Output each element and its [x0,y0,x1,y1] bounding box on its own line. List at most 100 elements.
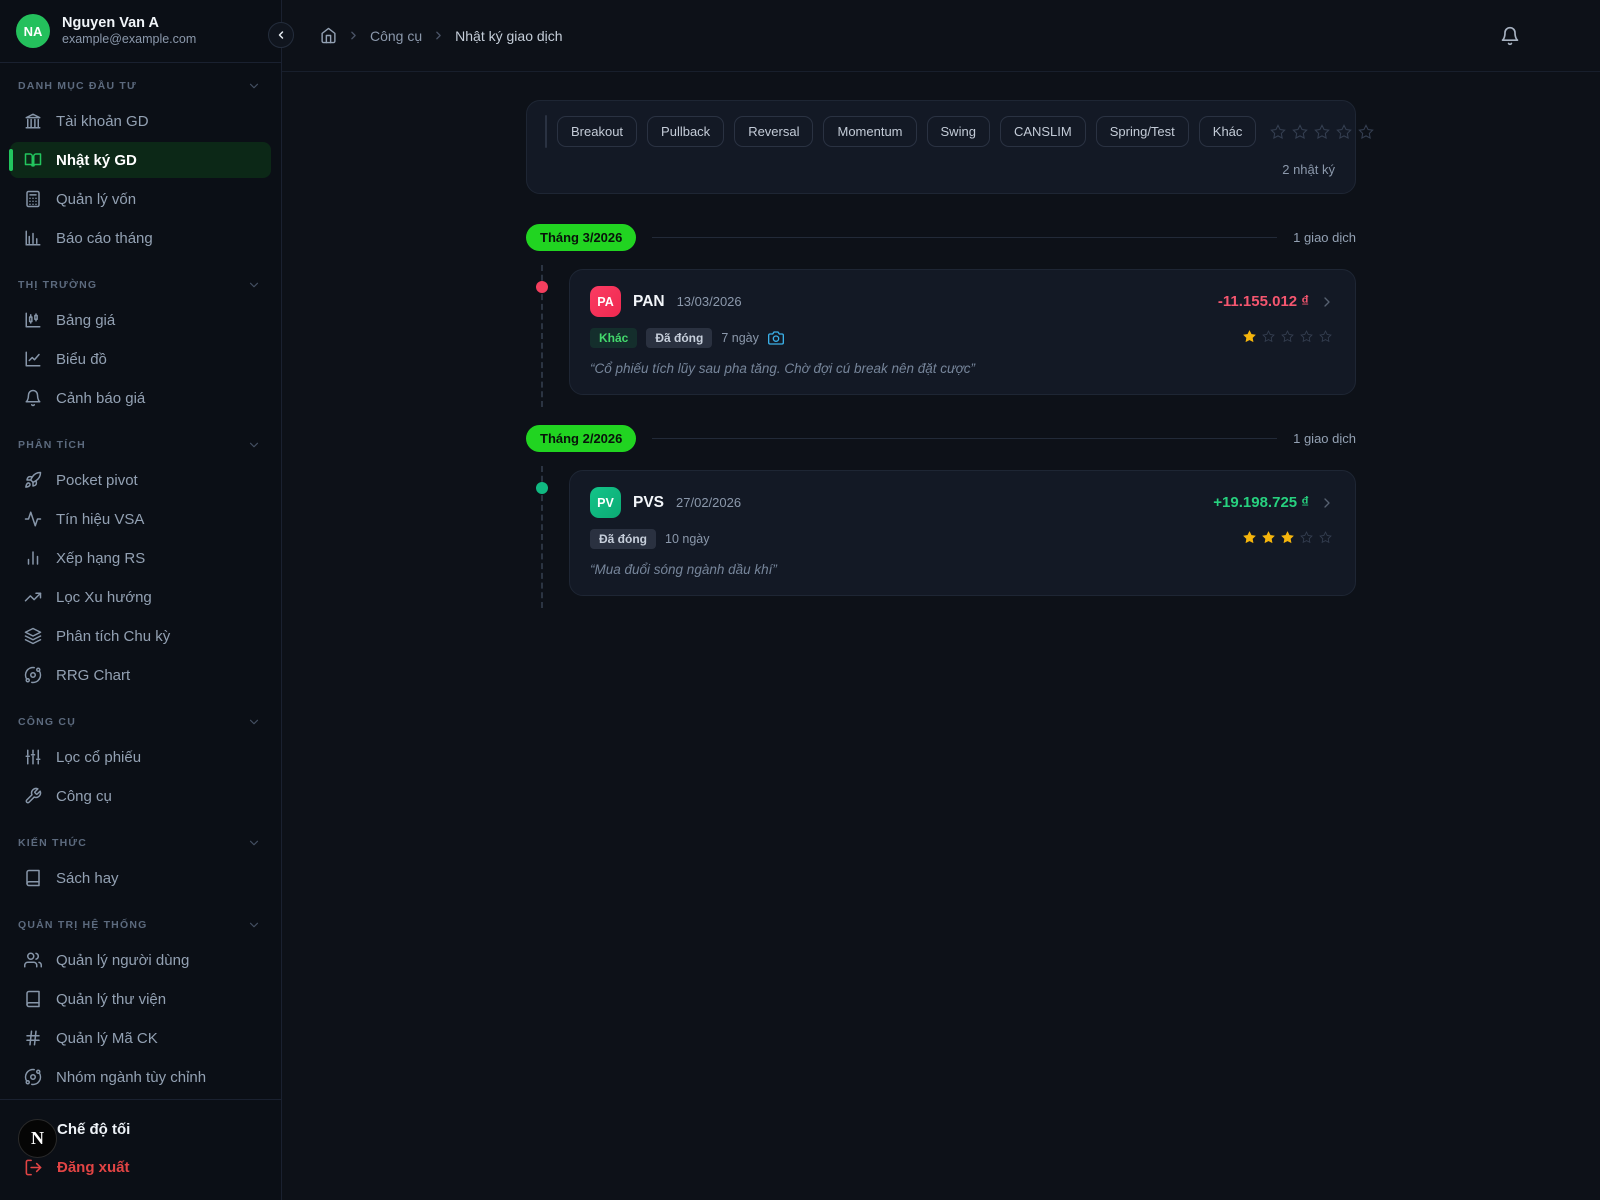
chevron-right-icon[interactable] [1319,495,1335,511]
timeline-dot [536,281,548,293]
filter-pill-reversal[interactable]: Reversal [734,116,813,147]
month-badge: Tháng 3/2026 [526,224,636,251]
chevron-down-icon [247,836,261,850]
sidebar-item-rrg-chart[interactable]: RRG Chart [10,657,271,693]
star-icon[interactable] [1319,330,1335,346]
notifications-bell-icon[interactable] [1500,26,1520,46]
star-icon[interactable] [1300,330,1316,346]
month-trade-count: 1 giao dịch [1293,230,1356,245]
tab-timeline[interactable]: Timeline [546,116,547,147]
sidebar-item-c-nh-b-o-gi-[interactable]: Cảnh báo giá [10,380,271,416]
wrench-icon [24,787,42,805]
trade-card-pvs[interactable]: PV PVS 27/02/2026 +19.198.725 ₫ Đã đóng … [569,470,1356,596]
sidebar-section: Kiến thức Sách hay [0,836,281,896]
sidebar-section-header[interactable]: Quản trị hệ thống [0,918,281,932]
trade-duration: 10 ngày [665,532,709,546]
star-icon[interactable] [1314,124,1330,140]
filter-pill-breakout[interactable]: Breakout [557,116,637,147]
sidebar-item-c-ng-c-[interactable]: Công cụ [10,778,271,814]
sidebar-section-title: Kiến thức [18,837,87,849]
sidebar-section-header[interactable]: Kiến thức [0,836,281,850]
sidebar-section-header[interactable]: Phân tích [0,438,281,452]
star-icon[interactable] [1262,330,1278,346]
ticker-symbol: PAN [633,293,665,311]
star-icon[interactable] [1270,124,1286,140]
filter-pill-momentum[interactable]: Momentum [823,116,916,147]
main-area: Công cụ Nhật ký giao dịch Timeline Galle… [282,0,1600,1200]
logout-icon [24,1158,43,1177]
trade-note: “Mua đuổi sóng ngành dầu khí” [590,562,1335,577]
timeline-entry: PV PVS 27/02/2026 +19.198.725 ₫ Đã đóng … [526,470,1356,596]
sidebar-item-qu-n-l-m-ck[interactable]: Quản lý Mã CK [10,1020,271,1056]
trade-card-pan[interactable]: PA PAN 13/03/2026 -11.155.012 ₫ Khác Đã … [569,269,1356,395]
breadcrumb: Công cụ Nhật ký giao dịch [320,27,563,44]
star-icon[interactable] [1243,330,1259,346]
sidebar-section-title: Công cụ [18,716,76,728]
home-icon[interactable] [320,27,337,44]
chevron-right-icon[interactable] [1319,294,1335,310]
month-trade-count: 1 giao dịch [1293,431,1356,446]
star-icon[interactable] [1300,531,1316,547]
ticker-avatar: PV [590,487,621,518]
trade-date: 13/03/2026 [677,294,742,309]
filter-pill-swing[interactable]: Swing [927,116,990,147]
sidebar-item-b-ng-gi-[interactable]: Bảng giá [10,302,271,338]
sidebar-item-nh-t-k-gd[interactable]: Nhật ký GD [10,142,271,178]
filter-pill-canslim[interactable]: CANSLIM [1000,116,1086,147]
sidebar-item-label: Báo cáo tháng [56,230,153,247]
sidebar-item-qu-n-l-v-n[interactable]: Quản lý vốn [10,181,271,217]
sidebar-item-b-o-c-o-th-ng[interactable]: Báo cáo tháng [10,220,271,256]
month-divider [652,237,1277,238]
star-icon[interactable] [1262,531,1278,547]
sidebar-section-title: Thị trường [18,279,97,291]
breadcrumb-item[interactable]: Công cụ [370,28,422,44]
bar-chart-icon [24,549,42,567]
sidebar-collapse-button[interactable] [268,22,294,48]
sidebar-section-header[interactable]: Danh mục đầu tư [0,79,281,93]
filter-pill-pullback[interactable]: Pullback [647,116,724,147]
candlestick-icon [24,311,42,329]
sidebar-section: Danh mục đầu tư Tài khoản GD Nhật ký GD … [0,79,281,256]
sidebar-item-l-c-xu-h-ng[interactable]: Lọc Xu hướng [10,579,271,615]
sidebar-item-x-p-h-ng-rs[interactable]: Xếp hạng RS [10,540,271,576]
filter-pill-kh-c[interactable]: Khác [1199,116,1257,147]
star-icon[interactable] [1243,531,1259,547]
sidebar-item-t-i-kho-n-gd[interactable]: Tài khoản GD [10,103,271,139]
sidebar-item-t-n-hi-u-vsa[interactable]: Tín hiệu VSA [10,501,271,537]
user-profile[interactable]: NA Nguyen Van A example@example.com [0,0,281,63]
star-icon[interactable] [1292,124,1308,140]
sidebar-item-nh-m-ng-nh-t-y-ch-nh[interactable]: Nhóm ngành tùy chỉnh [10,1059,271,1095]
sidebar-item-l-c-c-phi-u[interactable]: Lọc cổ phiếu [10,739,271,775]
timeline-dot [536,482,548,494]
sidebar-item-qu-n-l-th-vi-n[interactable]: Quản lý thư viện [10,981,271,1017]
sidebar-item-label: Công cụ [56,788,112,805]
activity-icon [24,510,42,528]
sidebar-section-header[interactable]: Công cụ [0,715,281,729]
orbit-icon [24,666,42,684]
star-icon[interactable] [1281,531,1297,547]
book-open-icon [24,151,42,169]
star-icon[interactable] [1281,330,1297,346]
sidebar-item-label: Tín hiệu VSA [56,511,144,528]
sidebar-section-header[interactable]: Thị trường [0,278,281,292]
sidebar-item-pocket-pivot[interactable]: Pocket pivot [10,462,271,498]
sidebar-item-ph-n-t-ch-chu-k-[interactable]: Phân tích Chu kỳ [10,618,271,654]
sidebar-item-label: Lọc Xu hướng [56,589,152,606]
star-icon[interactable] [1358,124,1374,140]
dev-tools-badge[interactable]: N [18,1119,57,1158]
sidebar-item-s-ch-hay[interactable]: Sách hay [10,860,271,896]
star-icon[interactable] [1319,531,1335,547]
chevron-down-icon [247,715,261,729]
month-badge: Tháng 2/2026 [526,425,636,452]
hash-icon [24,1029,42,1047]
sidebar-section: Phân tích Pocket pivot Tín hiệu VSA Xếp … [0,438,281,693]
sidebar-item-label: Quản lý Mã CK [56,1030,158,1047]
trade-note: “Cổ phiếu tích lũy sau pha tăng. Chờ đợi… [590,361,1335,376]
sidebar-item-qu-n-l-ng-i-d-ng[interactable]: Quản lý người dùng [10,942,271,978]
sidebar-item-bi-u-[interactable]: Biểu đồ [10,341,271,377]
trade-rating [1243,330,1335,346]
sidebar-item-label: Nhật ký GD [56,152,137,169]
filter-pill-spring-test[interactable]: Spring/Test [1096,116,1189,147]
star-icon[interactable] [1336,124,1352,140]
sidebar-item-label: Biểu đồ [56,351,107,368]
